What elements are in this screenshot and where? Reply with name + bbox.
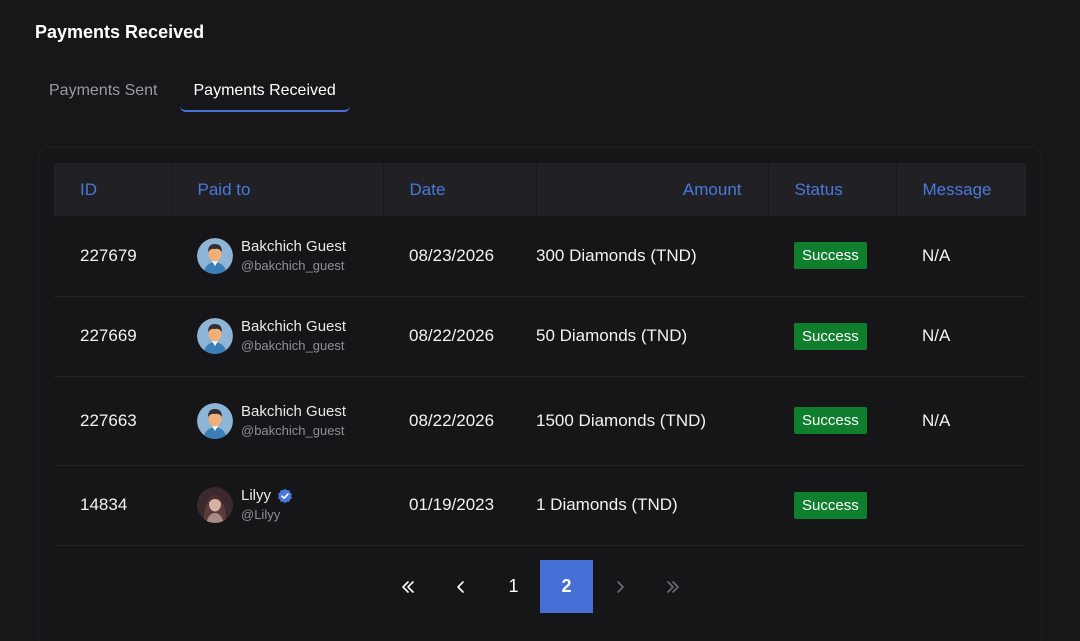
page: Payments Received Payments Sent Payments… [0, 0, 1080, 641]
guest-avatar-icon [197, 318, 233, 354]
page-1-button[interactable]: 1 [487, 560, 540, 613]
user-photo-icon [197, 487, 233, 523]
table-row[interactable]: 227669 Bakchich Guest @bakchich_guest 08… [54, 296, 1026, 376]
payments-table: ID Paid to Date Amount Status Message 22… [54, 163, 1026, 546]
page-title: Payments Received [35, 22, 205, 42]
user-handle: @bakchich_guest [241, 338, 345, 353]
previous-page-button[interactable] [434, 560, 487, 613]
chevron-left-icon [456, 580, 464, 593]
double-chevron-left-icon [401, 580, 414, 593]
guest-avatar-icon [197, 237, 233, 274]
last-page-button[interactable] [646, 560, 699, 613]
table-row[interactable]: 14834 Lilyy @Lilyy 01/19/2023 1 Diamonds… [54, 465, 1026, 545]
payment-date: 08/22/2026 [409, 410, 495, 430]
payment-message: N/A [922, 245, 951, 265]
pagination: 1 2 [381, 560, 699, 613]
payment-message [896, 465, 1026, 545]
paid-to-cell: Lilyy @Lilyy [171, 465, 383, 545]
payment-amount: 1 Diamonds (TND) [536, 495, 678, 514]
next-page-button[interactable] [593, 560, 646, 613]
payment-amount: 50 Diamonds (TND) [536, 326, 688, 345]
column-header-amount[interactable]: Amount [536, 163, 769, 216]
paid-to-cell: Bakchich Guest @bakchich_guest [171, 376, 383, 465]
user-handle: @bakchich_guest [241, 422, 345, 438]
tab-bar: Payments Sent Payments Received [35, 72, 350, 114]
payment-id: 227669 [80, 326, 137, 345]
guest-avatar-icon [197, 402, 233, 439]
status-cell: Success [768, 296, 896, 376]
avatar[interactable] [197, 487, 233, 523]
user-name[interactable]: Bakchich Guest [241, 317, 346, 337]
user-name-wrapper[interactable]: Lilyy [241, 486, 293, 506]
table-row[interactable]: 227679 Bakchich Guest @bakchich_guest 08… [54, 216, 1026, 296]
status-cell: Success [768, 376, 896, 465]
page-2-button[interactable]: 2 [540, 560, 593, 613]
paid-to-cell: Bakchich Guest @bakchich_guest [171, 216, 383, 296]
column-header-message[interactable]: Message [896, 163, 1026, 216]
payment-id: 227679 [80, 245, 137, 265]
payment-id: 227663 [80, 410, 137, 430]
user-name[interactable]: Bakchich Guest [241, 237, 346, 257]
payment-amount: 300 Diamonds (TND) [536, 245, 697, 265]
tab-payments-sent[interactable]: Payments Sent [35, 72, 172, 112]
payment-message: N/A [922, 326, 951, 345]
status-cell: Success [768, 465, 896, 545]
chevron-right-icon [616, 580, 624, 593]
payment-date: 08/22/2026 [409, 326, 495, 345]
status-badge: Success [794, 242, 867, 270]
tab-payments-received[interactable]: Payments Received [179, 72, 350, 112]
status-badge: Success [794, 491, 867, 519]
user-name[interactable]: Lilyy [241, 486, 271, 506]
payment-message: N/A [922, 410, 951, 430]
column-header-status[interactable]: Status [768, 163, 897, 216]
avatar[interactable] [197, 318, 233, 354]
verified-badge-icon [277, 488, 293, 504]
column-header-date[interactable]: Date [383, 163, 537, 216]
user-name[interactable]: Bakchich Guest [241, 402, 346, 422]
status-badge: Success [794, 407, 867, 434]
double-chevron-right-icon [666, 580, 679, 593]
payment-date: 08/23/2026 [409, 245, 495, 265]
paid-to-cell: Bakchich Guest @bakchich_guest [171, 296, 383, 376]
first-page-button[interactable] [381, 560, 434, 613]
column-header-id[interactable]: ID [54, 163, 172, 216]
status-badge: Success [794, 322, 867, 350]
table-row[interactable]: 227663 Bakchich Guest @bakchich_guest 08… [54, 376, 1026, 465]
payment-amount: 1500 Diamonds (TND) [536, 410, 707, 430]
payment-date: 01/19/2023 [409, 495, 495, 514]
user-handle: @bakchich_guest [241, 257, 345, 273]
avatar[interactable] [197, 402, 233, 439]
payment-id: 14834 [80, 495, 128, 514]
column-header-paid-to[interactable]: Paid to [171, 163, 384, 216]
status-cell: Success [768, 216, 896, 296]
user-handle: @Lilyy [241, 507, 281, 522]
table-header-row: ID Paid to Date Amount Status Message [54, 163, 1026, 216]
avatar[interactable] [197, 237, 233, 274]
